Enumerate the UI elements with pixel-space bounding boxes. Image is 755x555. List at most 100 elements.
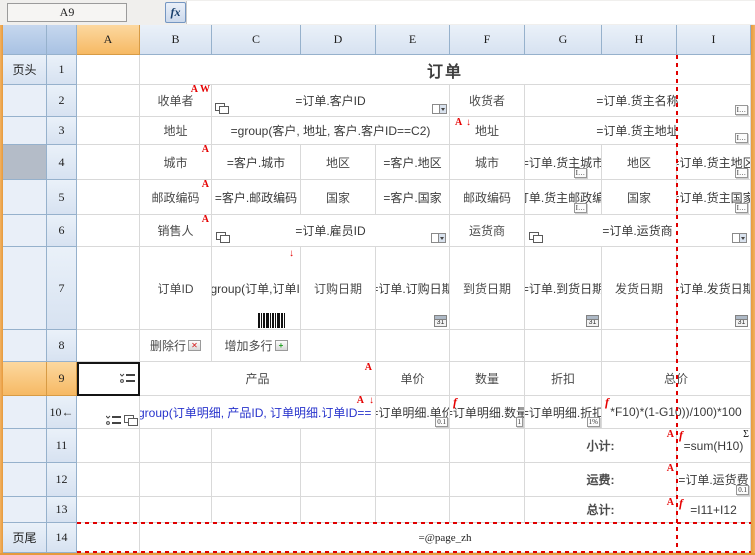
cell-G3-ship-address[interactable]: =订单.货主地址 I… [525,117,751,145]
cell-B4-city-label[interactable]: 城市 A [140,145,212,180]
gutter-r10[interactable] [3,396,47,429]
row-header-14[interactable]: 14 [47,523,77,553]
cell-C5-customer-postal[interactable]: =客户.邮政编码 [212,180,301,215]
cell-B2-bill-to-label[interactable]: 收单者 A W [140,85,212,117]
row-header-13[interactable]: 13 [47,497,77,523]
cell-A6[interactable] [77,215,140,247]
cell-G11-subtotal-label[interactable]: 小计: A [525,429,677,463]
cell-C6-employee-id[interactable]: =订单.雇员ID [212,215,450,247]
col-header-E[interactable]: E [376,25,450,55]
cell-F12[interactable] [450,463,525,497]
row-header-9[interactable]: 9 [47,362,77,396]
cell-G9-discount-header[interactable]: 折扣 [525,362,602,396]
cell-F8[interactable] [450,330,525,362]
cell-B5-postal-label[interactable]: 邮政编码 A [140,180,212,215]
row-header-1[interactable]: 1 [47,55,77,85]
cell-D12[interactable] [301,463,376,497]
cell-E11[interactable] [376,429,450,463]
cell-F2-ship-to-label[interactable]: 收货者 [450,85,525,117]
cell-G5-ship-postal[interactable]: =订单.货主邮政编码 I… [525,180,602,215]
band-page-footer[interactable]: 页尾 [3,523,47,553]
cell-A4[interactable] [77,145,140,180]
gutter-r2[interactable] [3,85,47,117]
gutter-r6[interactable] [3,215,47,247]
cell-A12[interactable] [77,463,140,497]
cell-D7-orderdate-label[interactable]: 订购日期 [301,247,376,330]
cell-B8-delete-row-button[interactable]: 删除行 ✕ [140,330,212,362]
cell-E5-customer-country[interactable]: =客户.国家 [376,180,450,215]
cell-E4-customer-region[interactable]: =客户.地区 [376,145,450,180]
gutter-r11[interactable] [3,429,47,463]
band-page-header[interactable]: 页头 [3,55,47,85]
cell-A3[interactable] [77,117,140,145]
cell-B12[interactable] [140,463,212,497]
cell-F3-address-label[interactable]: A ↓ 地址 [450,117,525,145]
cell-G8[interactable] [525,330,602,362]
gutter-r4[interactable] [3,145,47,180]
cell-C13[interactable] [212,497,301,523]
col-header-I[interactable]: I [677,25,751,55]
cell-C11[interactable] [212,429,301,463]
cell-G6-shipper[interactable]: =订单.运货商 [525,215,751,247]
gutter-r3[interactable] [3,117,47,145]
cell-H10-total-formula[interactable]: f *F10)*(1-G10))/100)*100 [602,396,751,429]
cell-H4-region-label[interactable]: 地区 [602,145,677,180]
row-header-10[interactable]: 10← [47,396,77,429]
cell-E13[interactable] [376,497,450,523]
cell-E8[interactable] [376,330,450,362]
cell-B14-page-number[interactable]: =@page_zh [140,523,751,553]
cell-C2-customer-id[interactable]: =订单.客户ID [212,85,450,117]
cell-E12[interactable] [376,463,450,497]
cell-F13[interactable] [450,497,525,523]
cell-I12-freight-value[interactable]: =订单.运货费 0.1 [677,463,751,497]
cell-B7-orderid-label[interactable]: 订单ID [140,247,212,330]
cell-B13[interactable] [140,497,212,523]
cell-title[interactable]: 订单 [140,55,751,85]
row-header-6[interactable]: 6 [47,215,77,247]
cell-G2-ship-name[interactable]: =订单.货主名称 I… [525,85,751,117]
cell-F4-city-label[interactable]: 城市 [450,145,525,180]
cell-H7-shippeddate-label[interactable]: 发货日期 [602,247,677,330]
cell-A8[interactable] [77,330,140,362]
cell-F9-quantity-header[interactable]: 数量 [450,362,525,396]
cell-D4-region-label[interactable]: 地区 [301,145,376,180]
cell-G7-requireddate[interactable]: =订单.到货日期 31 [525,247,602,330]
cell-A7[interactable] [77,247,140,330]
col-header-F[interactable]: F [450,25,525,55]
gutter-r7[interactable] [3,247,47,330]
gutter-r9[interactable] [3,362,47,396]
gutter-r13[interactable] [3,497,47,523]
cell-A5[interactable] [77,180,140,215]
col-header-C[interactable]: C [212,25,301,55]
cell-I5-ship-country[interactable]: =订单.货主国家 I… [677,180,751,215]
corner-select-all[interactable] [47,25,77,55]
col-header-A[interactable]: A [77,25,140,55]
cell-A14[interactable] [77,523,140,553]
cell-G4-ship-city[interactable]: =订单.货主城市 I… [525,145,602,180]
cell-H9-total-header[interactable]: 总价 [602,362,751,396]
cell-H8[interactable] [602,330,677,362]
cell-G13-grandtotal-label[interactable]: 总计: A [525,497,677,523]
row-header-8[interactable]: 8 [47,330,77,362]
gutter-r5[interactable] [3,180,47,215]
cell-A1[interactable] [77,55,140,85]
cell-F6-shipper-label[interactable]: 运货商 [450,215,525,247]
row-header-7[interactable]: 7 [47,247,77,330]
cell-A11[interactable] [77,429,140,463]
col-header-B[interactable]: B [140,25,212,55]
cell-I13-grandtotal-formula[interactable]: f =I11+I12 [677,497,751,523]
cell-F11[interactable] [450,429,525,463]
cell-B3-address-label[interactable]: 地址 [140,117,212,145]
cell-E7-orderdate[interactable]: =订单.订购日期 31 [376,247,450,330]
cell-B9-product-header[interactable]: 产品 A [140,362,376,396]
cell-E9-unitprice-header[interactable]: 单价 [376,362,450,396]
cell-B11[interactable] [140,429,212,463]
row-header-11[interactable]: 11 [47,429,77,463]
cell-C7-order-group[interactable]: =group(订单,订单ID ↓ [212,247,301,330]
row-header-5[interactable]: 5 [47,180,77,215]
cell-C12[interactable] [212,463,301,497]
formula-input[interactable] [186,1,755,24]
cell-D5-country-label[interactable]: 国家 [301,180,376,215]
cell-B10-detail-group-formula[interactable]: =group(订单明细, 产品ID, 订单明细.订单ID== A ↓ [140,396,376,429]
cell-A13[interactable] [77,497,140,523]
